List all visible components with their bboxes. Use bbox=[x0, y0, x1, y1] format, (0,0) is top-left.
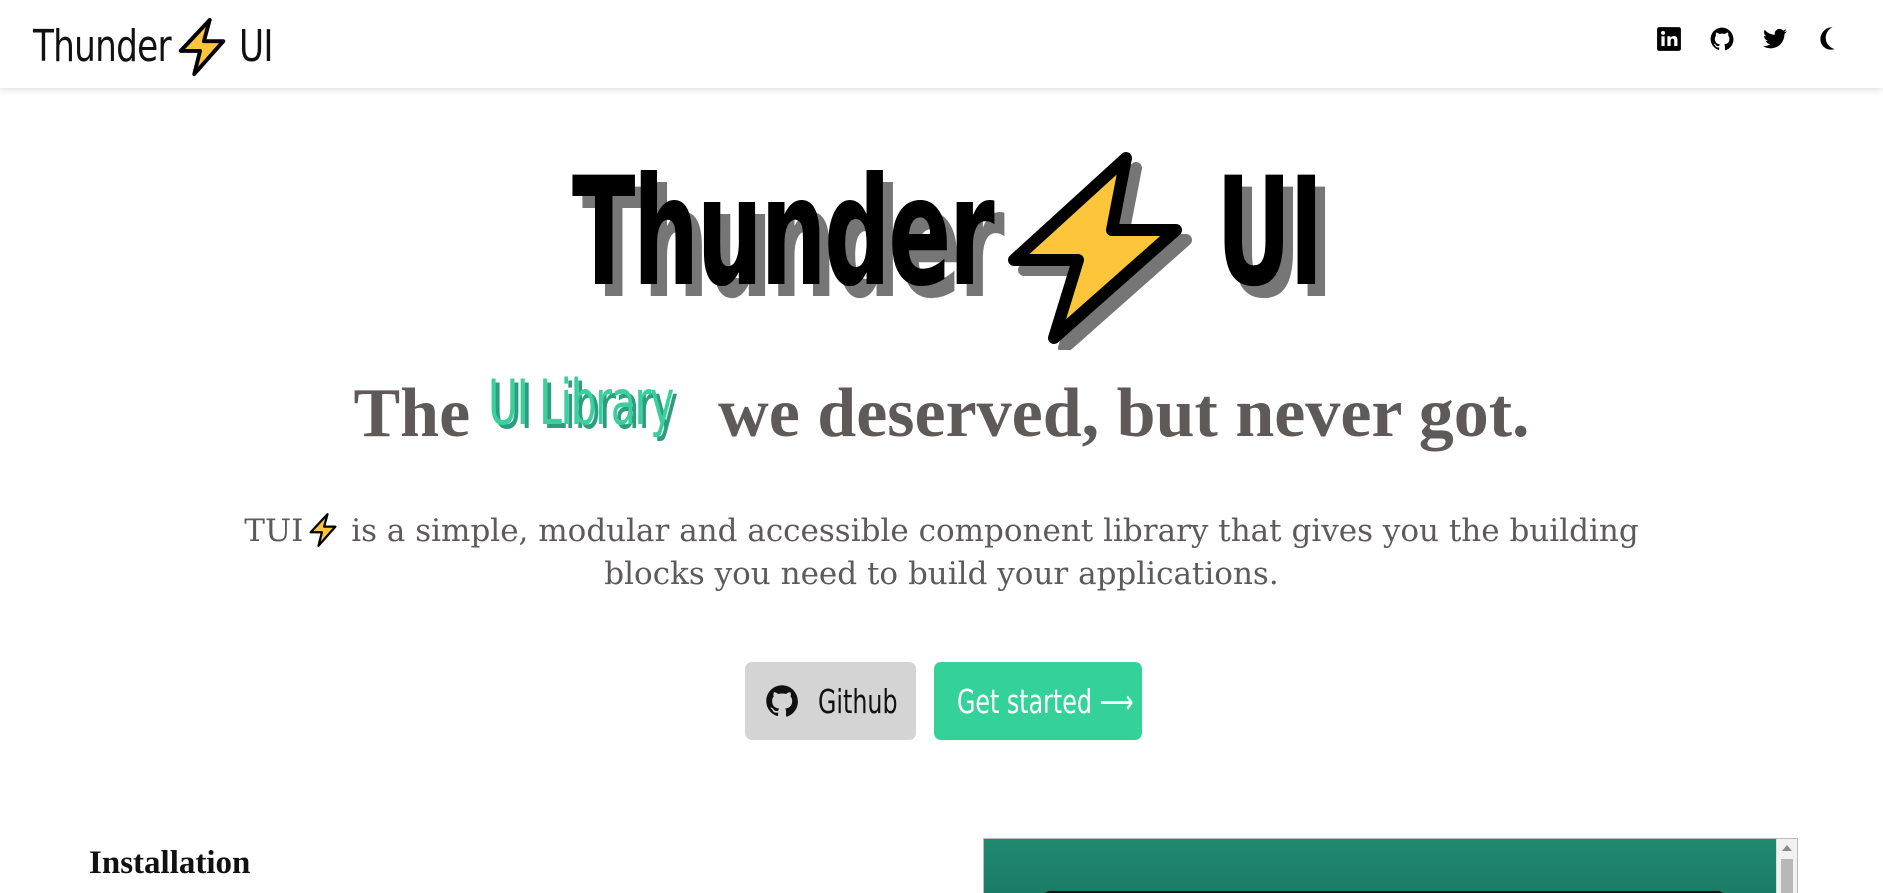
tagline-before: The bbox=[353, 375, 488, 452]
get-started-button[interactable]: Get started ⟶ bbox=[934, 662, 1142, 740]
installation-heading: Installation bbox=[89, 845, 251, 881]
lightning-bolt-icon bbox=[309, 513, 337, 547]
hero-tagline: The UI Library UI Library we deserved, bu… bbox=[0, 372, 1883, 456]
github-icon[interactable] bbox=[1709, 26, 1735, 52]
brand-word-ui: UI bbox=[239, 21, 273, 72]
hero-logo: Thunder Thunder UI UI bbox=[566, 146, 1334, 350]
hero-logo-thunder: Thunder bbox=[572, 146, 995, 320]
brand-word-thunder: Thunder bbox=[33, 21, 172, 72]
tagline-highlight: UI Library UI Library bbox=[488, 372, 701, 442]
social-icons bbox=[1656, 26, 1841, 52]
navbar: Thunder UI bbox=[0, 0, 1883, 88]
linkedin-icon[interactable] bbox=[1656, 26, 1682, 52]
code-preview-frame[interactable] bbox=[983, 838, 1798, 893]
moon-icon[interactable] bbox=[1815, 26, 1841, 52]
lightning-bolt-icon bbox=[178, 17, 226, 77]
github-icon bbox=[765, 685, 798, 717]
tagline-highlight-text: UI Library bbox=[487, 366, 674, 439]
description-text: is a simple, modular and accessible comp… bbox=[341, 513, 1639, 592]
brand-logo-link[interactable]: Thunder UI bbox=[33, 14, 279, 80]
hero-description: TUI is a simple, modular and accessible … bbox=[220, 510, 1663, 596]
github-button[interactable]: Github bbox=[745, 662, 916, 740]
get-started-button-label: Get started ⟶ bbox=[957, 681, 1134, 721]
scroll-up-arrow-icon[interactable] bbox=[1782, 845, 1792, 851]
description-prefix: TUI bbox=[244, 513, 304, 549]
tagline-after: we deserved, but never got. bbox=[700, 375, 1530, 452]
hero-logo-ui: UI bbox=[1216, 146, 1324, 320]
github-button-label: Github bbox=[817, 681, 898, 721]
preview-scrollbar[interactable] bbox=[1776, 839, 1797, 893]
twitter-icon[interactable] bbox=[1762, 26, 1788, 52]
scroll-thumb[interactable] bbox=[1781, 859, 1793, 893]
